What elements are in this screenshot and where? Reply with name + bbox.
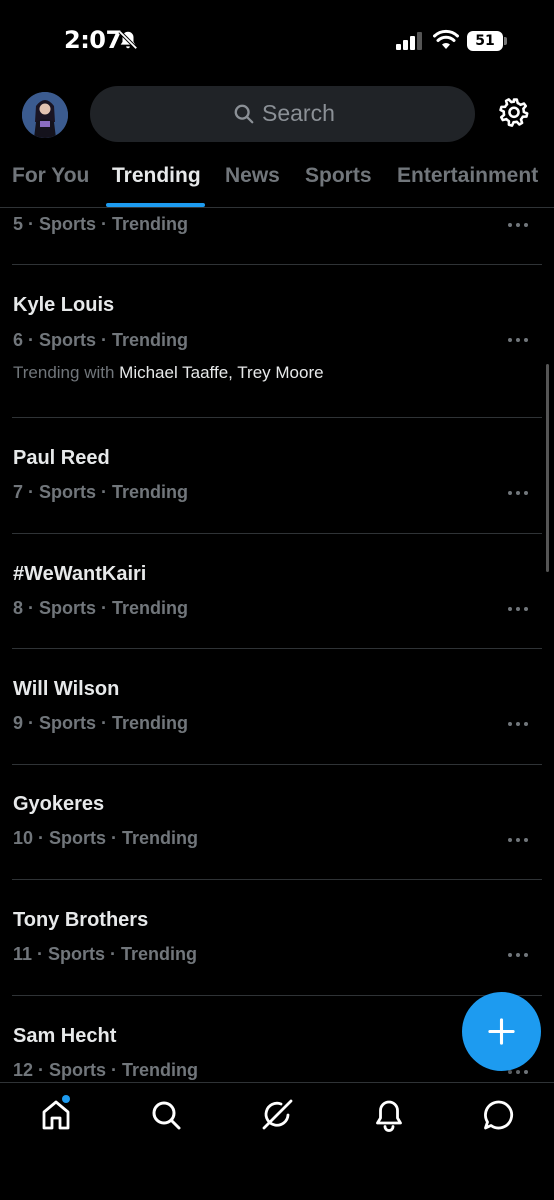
home-notification-dot (62, 1095, 70, 1103)
signal-icon (396, 32, 422, 50)
settings-gear-icon[interactable] (497, 96, 531, 130)
notifications-bell-icon[interactable] (371, 1097, 407, 1133)
trend-item[interactable]: Paul Reed 7 · Sports · Trending (0, 418, 554, 533)
home-icon[interactable] (38, 1097, 74, 1133)
avatar[interactable] (22, 92, 68, 138)
tab-trending[interactable]: Trending (112, 164, 201, 188)
tab-entertainment[interactable]: Entertainment (397, 164, 538, 188)
trend-list: 5 · Sports · Trending Kyle Louis 6 · Spo… (0, 208, 554, 1082)
scrollbar[interactable] (546, 364, 549, 572)
more-options-icon[interactable] (506, 951, 530, 959)
more-options-icon[interactable] (506, 720, 530, 728)
trend-meta: 11 · Sports · Trending (13, 944, 198, 964)
active-tab-indicator (106, 203, 205, 207)
trending-with-label: Trending with (13, 363, 115, 382)
bottom-navigation (0, 1082, 554, 1200)
tab-bar: For You Trending News Sports Entertainme… (0, 150, 554, 208)
trend-meta: 9 · Sports · Trending (13, 713, 189, 733)
trend-item[interactable]: Gyokeres 10 · Sports · Trending (0, 765, 554, 880)
trend-name: Tony Brothers (13, 909, 149, 931)
trend-meta: 10 · Sports · Trending (13, 828, 199, 848)
trend-name: Will Wilson (13, 678, 120, 700)
plus-icon (488, 1018, 515, 1045)
status-time: 2:07 (64, 26, 122, 54)
trend-item[interactable]: Will Wilson 9 · Sports · Trending (0, 649, 554, 764)
grok-icon[interactable] (259, 1097, 295, 1133)
trend-item[interactable]: Kyle Louis 6 · Sports · Trending Trendin… (0, 265, 554, 417)
compose-post-button[interactable] (462, 992, 541, 1071)
battery-level: 51 (467, 31, 503, 51)
trending-with-names: Michael Taaffe, Trey Moore (119, 363, 324, 382)
more-options-icon[interactable] (506, 605, 530, 613)
status-bar: 2:07 51 (0, 0, 554, 80)
trend-item[interactable]: 5 · Sports · Trending (0, 208, 554, 264)
wifi-icon (433, 29, 459, 49)
battery-tip (504, 37, 507, 45)
trend-meta: 7 · Sports · Trending (13, 482, 189, 502)
trend-item[interactable]: Tony Brothers 11 · Sports · Trending (0, 880, 554, 995)
tab-news[interactable]: News (225, 164, 280, 188)
search-input[interactable]: Search (90, 86, 475, 142)
battery-indicator: 51 (467, 31, 507, 51)
tab-sports[interactable]: Sports (305, 164, 372, 188)
search-placeholder: Search (262, 100, 335, 126)
more-options-icon[interactable] (506, 221, 530, 229)
more-options-icon[interactable] (506, 336, 530, 344)
more-options-icon[interactable] (506, 836, 530, 844)
search-icon[interactable] (148, 1097, 184, 1133)
bell-slash-icon (118, 30, 138, 50)
trend-related: Trending with Michael Taaffe, Trey Moore (13, 363, 324, 383)
messages-icon[interactable] (481, 1097, 517, 1133)
trend-name: Gyokeres (13, 793, 105, 815)
search-icon (234, 104, 254, 124)
trend-name: Paul Reed (13, 447, 110, 469)
more-options-icon[interactable] (506, 489, 530, 497)
trend-item[interactable]: #WeWantKairi 8 · Sports · Trending (0, 534, 554, 649)
trend-meta: 8 · Sports · Trending (13, 598, 189, 618)
trend-meta: 5 · Sports · Trending (13, 214, 189, 234)
tab-for-you[interactable]: For You (12, 164, 89, 188)
trend-name: Sam Hecht (13, 1025, 117, 1047)
trend-name: #WeWantKairi (13, 563, 147, 585)
trend-name: Kyle Louis (13, 294, 115, 316)
avatar-image (22, 92, 68, 138)
trend-meta: 12 · Sports · Trending (13, 1060, 199, 1080)
trend-meta: 6 · Sports · Trending (13, 330, 189, 350)
